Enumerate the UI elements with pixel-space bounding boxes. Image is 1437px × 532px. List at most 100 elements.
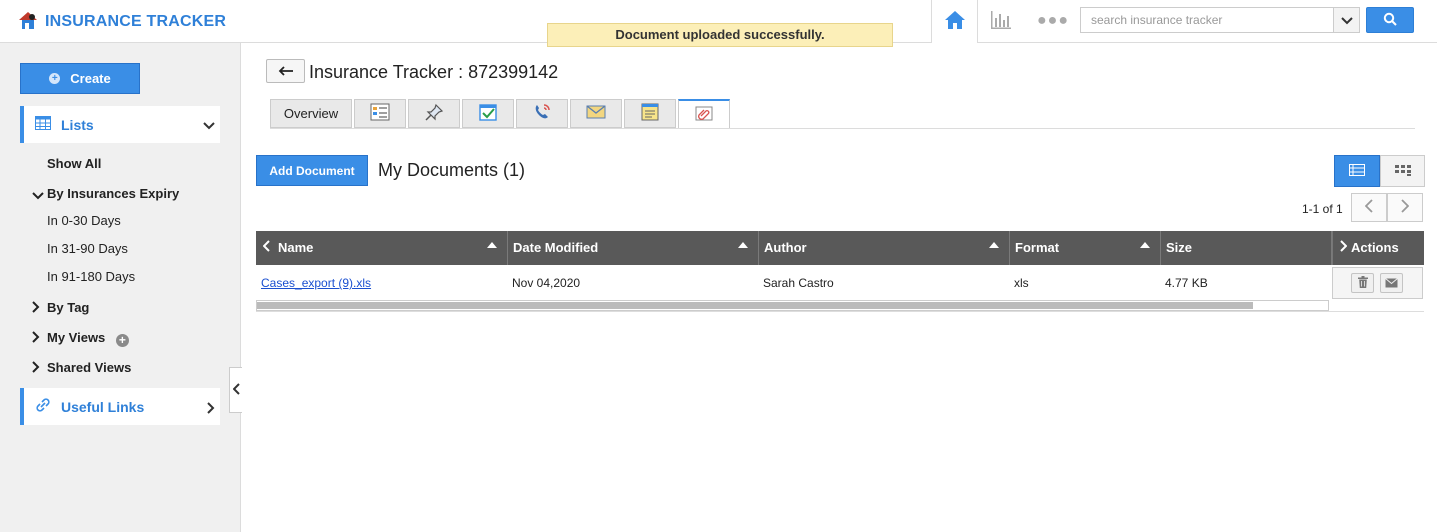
search-button[interactable]	[1366, 7, 1414, 33]
chevron-right-icon[interactable]	[1340, 231, 1348, 265]
author-cell: Sarah Castro	[763, 276, 834, 290]
sidebar-item-expiry-91-180[interactable]: In 91-180 Days	[47, 269, 135, 284]
sidebar-item-expiry-0-30[interactable]: In 0-30 Days	[47, 213, 121, 228]
task-check-icon	[478, 103, 498, 124]
column-label: Size	[1166, 240, 1193, 255]
sidebar-item-my-views[interactable]: My Views +	[47, 330, 129, 347]
more-dots-icon[interactable]: ●●●	[1037, 12, 1069, 30]
table-horizontal-scrollbar[interactable]	[256, 300, 1329, 311]
tab-details[interactable]	[354, 99, 406, 128]
lists-label: Lists	[61, 116, 94, 133]
document-name-cell: Cases_export (9).xls	[261, 276, 371, 290]
upload-success-toast: Document uploaded successfully.	[547, 23, 893, 47]
date-modified-cell: Nov 04,2020	[512, 276, 581, 290]
home-icon	[944, 10, 966, 33]
sidebar-item-shared-views[interactable]: Shared Views	[47, 360, 131, 375]
column-label: Date Modified	[513, 240, 599, 255]
logo-icon	[16, 8, 40, 35]
tab-calls[interactable]	[516, 99, 568, 128]
prev-page-button[interactable]	[1351, 193, 1387, 222]
grid-view-toggle[interactable]	[1380, 155, 1425, 187]
add-view-plus-icon[interactable]: +	[115, 334, 129, 347]
mail-icon	[586, 103, 606, 124]
sort-ascending-icon[interactable]	[1140, 242, 1150, 248]
reports-nav-button[interactable]	[988, 8, 1014, 34]
search-icon	[1383, 12, 1397, 29]
details-icon	[370, 103, 390, 124]
delete-document-button[interactable]	[1351, 273, 1374, 293]
sidebar-item-by-tag[interactable]: By Tag	[47, 300, 89, 315]
lists-panel-header[interactable]: Lists	[20, 106, 220, 143]
logo-text: INSURANCE TRACKER	[45, 12, 227, 30]
chevron-left-icon[interactable]	[262, 231, 270, 265]
attachment-icon	[694, 104, 714, 125]
app-logo[interactable]: INSURANCE TRACKER	[16, 8, 226, 35]
chevron-down-icon	[203, 117, 215, 133]
column-label: Actions	[1351, 240, 1399, 255]
sort-ascending-icon[interactable]	[487, 242, 497, 248]
chevron-down-icon[interactable]	[32, 188, 44, 203]
pagination-count: 1-1 of 1	[1302, 202, 1343, 216]
pin-icon	[424, 103, 444, 124]
tab-overview[interactable]: Overview	[270, 99, 352, 128]
call-icon	[532, 103, 552, 124]
chevron-right-icon	[1401, 199, 1410, 216]
back-button[interactable]	[266, 59, 305, 83]
tabs-divider	[270, 128, 1415, 129]
column-label: Format	[1015, 240, 1060, 255]
bar-chart-icon	[990, 10, 1012, 33]
tab-emails[interactable]	[570, 99, 622, 128]
column-header-author[interactable]: Author	[759, 231, 1010, 265]
sidebar-item-expiry-31-90[interactable]: In 31-90 Days	[47, 241, 128, 256]
scrollbar-thumb[interactable]	[257, 302, 1253, 309]
create-button[interactable]: + Create	[20, 63, 140, 94]
sort-ascending-icon[interactable]	[738, 242, 748, 248]
chevron-right-icon[interactable]	[32, 361, 40, 376]
column-label: Author	[764, 240, 807, 255]
table-row: Cases_export (9).xls Nov 04,2020 Sarah C…	[256, 265, 1424, 301]
format-cell: xls	[1014, 276, 1029, 290]
sidebar-item-by-expiry[interactable]: By Insurances Expiry	[47, 186, 179, 201]
chevron-down-icon	[1340, 13, 1353, 28]
chevron-right-icon	[207, 399, 215, 417]
column-header-format[interactable]: Format	[1010, 231, 1161, 265]
trash-icon	[1357, 275, 1368, 291]
search-dropdown-button[interactable]	[1333, 7, 1360, 33]
column-label: Name	[278, 240, 314, 255]
search-input[interactable]	[1080, 7, 1334, 33]
column-header-actions[interactable]: Actions	[1332, 231, 1424, 265]
useful-links-label: Useful Links	[61, 398, 145, 415]
sidebar-collapse-toggle[interactable]	[229, 367, 242, 413]
chevron-right-icon[interactable]	[32, 331, 40, 346]
column-header-date-modified[interactable]: Date Modified	[508, 231, 759, 265]
tab-attachments[interactable]	[678, 99, 730, 129]
page-title: Insurance Tracker : 872399142	[309, 62, 559, 82]
next-page-button[interactable]	[1387, 193, 1423, 222]
documents-table-header: Name Date Modified Author Format Size Ac…	[256, 231, 1424, 265]
sidebar-item-show-all[interactable]: Show All	[47, 156, 101, 171]
useful-links-panel-header[interactable]: Useful Links	[20, 388, 220, 425]
link-icon	[35, 398, 51, 415]
column-header-size[interactable]: Size	[1161, 231, 1332, 265]
document-name-link[interactable]: Cases_export (9).xls	[261, 276, 371, 290]
add-document-button[interactable]: Add Document	[256, 155, 368, 186]
back-arrow-icon	[278, 64, 294, 79]
chevron-right-icon[interactable]	[32, 301, 40, 316]
list-view-toggle[interactable]	[1334, 155, 1380, 187]
list-view-icon	[1349, 163, 1365, 179]
my-views-label: My Views	[47, 330, 106, 345]
tab-notes[interactable]	[624, 99, 676, 128]
create-button-label: Create	[70, 71, 111, 86]
home-nav-button[interactable]	[931, 0, 978, 43]
documents-title: My Documents (1)	[378, 160, 526, 180]
table-bottom-border	[256, 311, 1424, 312]
list-table-icon	[35, 116, 51, 133]
tab-tasks[interactable]	[462, 99, 514, 128]
sort-ascending-icon[interactable]	[989, 242, 999, 248]
plus-icon: +	[49, 73, 61, 84]
email-document-button[interactable]	[1380, 273, 1403, 293]
grid-view-icon	[1394, 164, 1411, 179]
sidebar: + Create Lists Show All By Insurances Ex…	[0, 43, 241, 532]
column-header-name[interactable]: Name	[256, 231, 508, 265]
tab-pin[interactable]	[408, 99, 460, 128]
